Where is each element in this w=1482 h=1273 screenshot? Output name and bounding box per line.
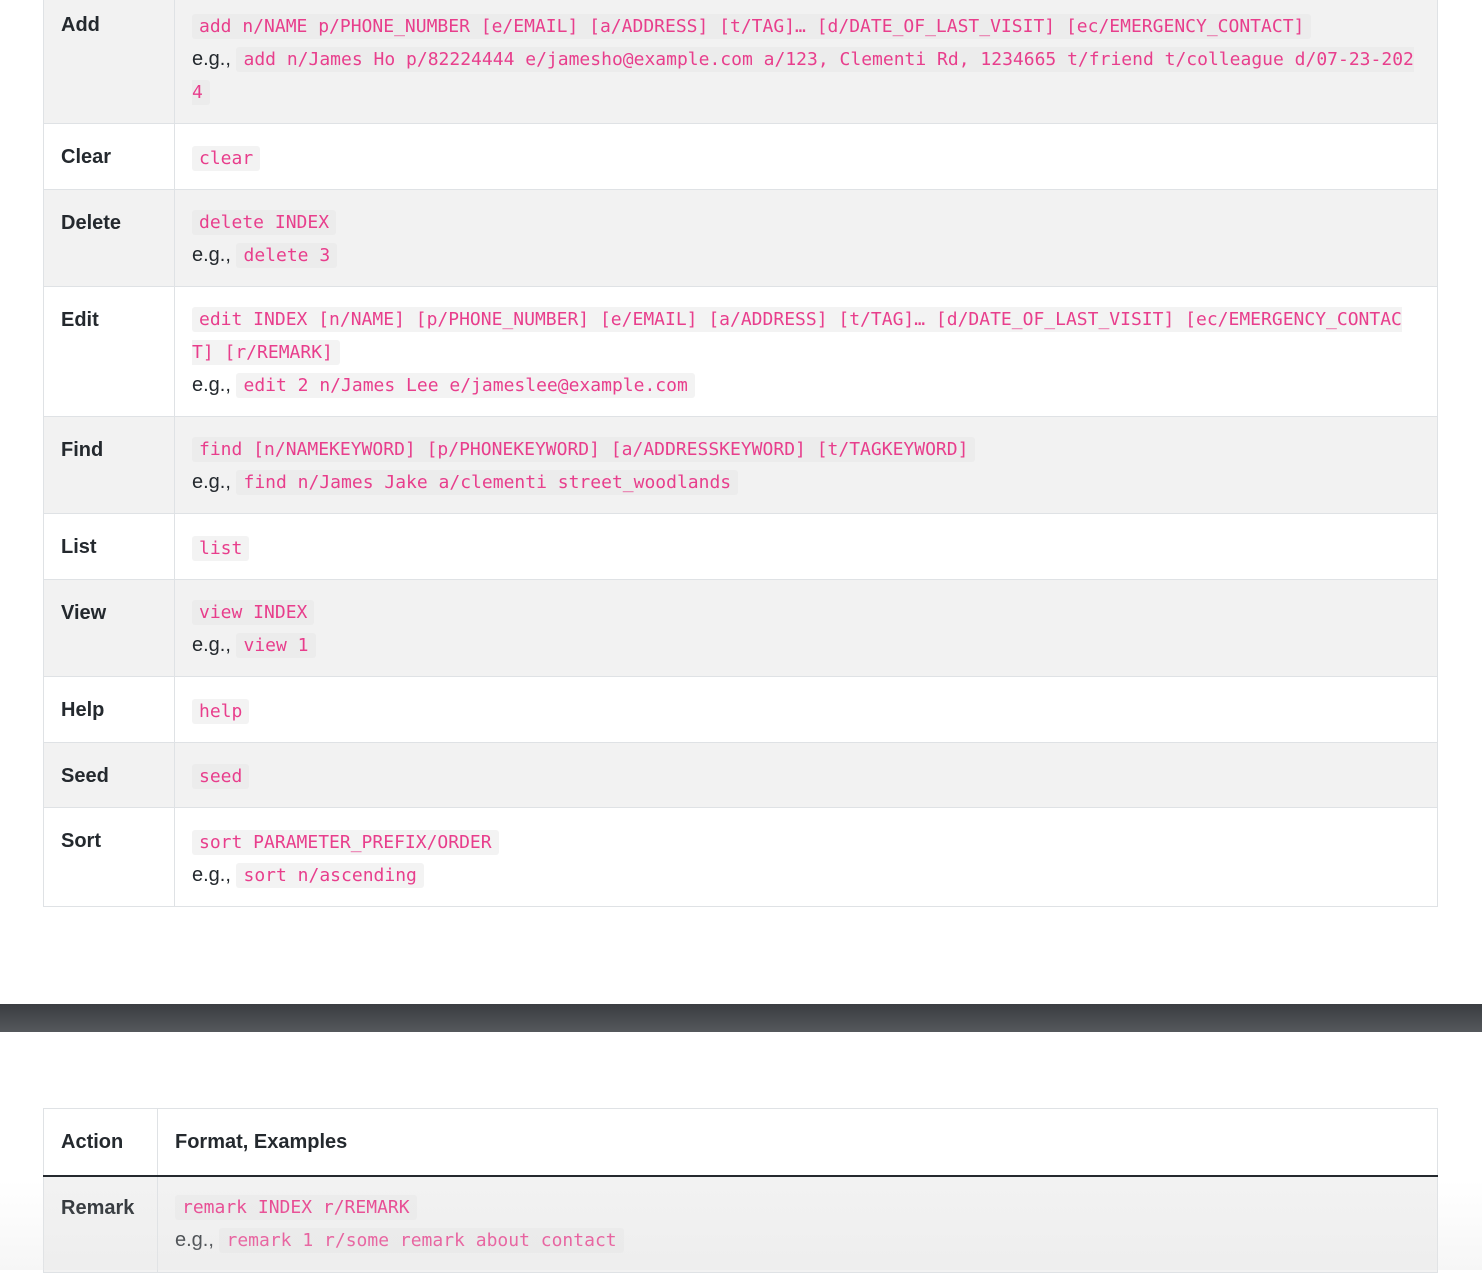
action-cell: Add (43, 0, 175, 124)
format-code: list (192, 536, 250, 561)
example-label: e.g., (192, 48, 231, 70)
table-row: Seed seed (43, 742, 1438, 808)
example-code: view 1 (236, 633, 316, 658)
action-cell: Edit (43, 286, 175, 417)
table-row: List list (43, 513, 1438, 580)
example-label: e.g., (175, 1229, 214, 1251)
format-code: seed (192, 764, 250, 789)
table-row: Sort sort PARAMETER_PREFIX/ORDER e.g., s… (43, 807, 1438, 907)
format-cell: add n/NAME p/PHONE_NUMBER [e/EMAIL] [a/A… (174, 0, 1438, 124)
command-summary-table: Add add n/NAME p/PHONE_NUMBER [e/EMAIL] … (43, 0, 1438, 907)
format-cell: edit INDEX [n/NAME] [p/PHONE_NUMBER] [e/… (174, 286, 1438, 417)
format-cell: seed (174, 742, 1438, 808)
action-cell: Find (43, 416, 175, 514)
format-code: clear (192, 146, 261, 171)
action-cell: Help (43, 676, 175, 743)
example-code: find n/James Jake a/clementi street_wood… (236, 470, 739, 495)
example-label: e.g., (192, 374, 231, 396)
remark-command-table: Action Format, Examples Remark remark IN… (43, 1108, 1438, 1273)
action-cell: List (43, 513, 175, 580)
action-cell: Delete (43, 189, 175, 287)
example-label: e.g., (192, 634, 231, 656)
format-code: help (192, 699, 250, 724)
format-cell: view INDEX e.g., view 1 (174, 579, 1438, 677)
format-cell: find [n/NAMEKEYWORD] [p/PHONEKEYWORD] [a… (174, 416, 1438, 514)
format-code: add n/NAME p/PHONE_NUMBER [e/EMAIL] [a/A… (192, 14, 1312, 39)
section-divider (0, 1004, 1482, 1032)
example-label: e.g., (192, 244, 231, 266)
example-code: sort n/ascending (236, 863, 424, 888)
example-code: remark 1 r/some remark about contact (219, 1228, 624, 1253)
action-cell: Clear (43, 123, 175, 190)
action-cell: Sort (43, 807, 175, 907)
table-row: View view INDEX e.g., view 1 (43, 579, 1438, 677)
action-cell: Remark (43, 1175, 158, 1273)
format-code: sort PARAMETER_PREFIX/ORDER (192, 830, 499, 855)
format-cell: delete INDEX e.g., delete 3 (174, 189, 1438, 287)
table-row: Delete delete INDEX e.g., delete 3 (43, 189, 1438, 287)
format-cell: sort PARAMETER_PREFIX/ORDER e.g., sort n… (174, 807, 1438, 907)
column-header-action: Action (43, 1108, 158, 1177)
format-cell: help (174, 676, 1438, 743)
table-row: Find find [n/NAMEKEYWORD] [p/PHONEKEYWOR… (43, 416, 1438, 514)
format-code: edit INDEX [n/NAME] [p/PHONE_NUMBER] [e/… (192, 307, 1402, 365)
table-row: Add add n/NAME p/PHONE_NUMBER [e/EMAIL] … (43, 0, 1438, 124)
example-code: delete 3 (236, 243, 338, 268)
format-cell: remark INDEX r/REMARK e.g., remark 1 r/s… (157, 1175, 1438, 1273)
table-row: Help help (43, 676, 1438, 743)
column-header-format: Format, Examples (157, 1108, 1438, 1177)
example-code: add n/James Ho p/82224444 e/jamesho@exam… (192, 47, 1414, 105)
table-row: Remark remark INDEX r/REMARK e.g., remar… (43, 1175, 1438, 1273)
table-row: Clear clear (43, 123, 1438, 190)
example-label: e.g., (192, 471, 231, 493)
example-label: e.g., (192, 864, 231, 886)
example-code: edit 2 n/James Lee e/jameslee@example.co… (236, 373, 695, 398)
action-cell: Seed (43, 742, 175, 808)
action-cell: View (43, 579, 175, 677)
format-code: remark INDEX r/REMARK (175, 1195, 417, 1220)
table-row: Edit edit INDEX [n/NAME] [p/PHONE_NUMBER… (43, 286, 1438, 417)
format-cell: clear (174, 123, 1438, 190)
format-code: delete INDEX (192, 210, 337, 235)
format-code: find [n/NAMEKEYWORD] [p/PHONEKEYWORD] [a… (192, 437, 976, 462)
format-cell: list (174, 513, 1438, 580)
format-code: view INDEX (192, 600, 315, 625)
table-header-row: Action Format, Examples (43, 1108, 1438, 1177)
